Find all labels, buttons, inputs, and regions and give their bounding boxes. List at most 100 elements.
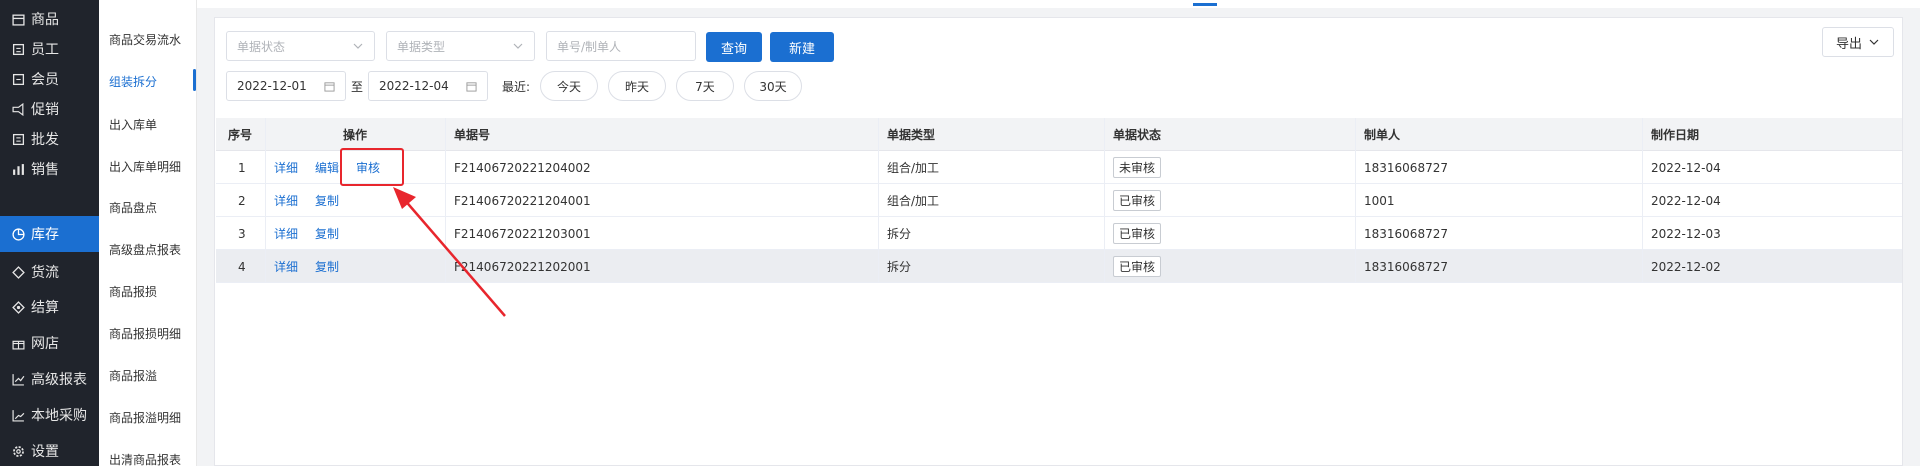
column-divider — [1355, 118, 1356, 283]
nav-item-label: 网店 — [31, 336, 59, 352]
megaphone-icon — [12, 102, 25, 116]
nav-item-local-purchase[interactable]: 本地采购 — [0, 397, 99, 433]
header-creator[interactable]: 制单人 — [1364, 118, 1400, 151]
chevron-down-icon — [513, 43, 523, 49]
copy-link[interactable]: 复制 — [315, 184, 339, 217]
creator-cell: 18316068727 — [1364, 259, 1448, 274]
nav-item-label: 库存 — [31, 227, 59, 243]
creator-cell: 18316068727 — [1364, 226, 1448, 241]
submenu-item-stock-io-detail[interactable]: 出入库单明细 — [109, 158, 194, 175]
nav-item-sales[interactable]: 销售 — [0, 151, 99, 187]
active-tab-underline — [1193, 3, 1217, 6]
nav-item-label: 商品 — [31, 12, 59, 28]
store-icon — [12, 13, 25, 26]
submenu-item-loss[interactable]: 商品报损 — [109, 283, 194, 300]
export-button[interactable]: 导出 — [1822, 27, 1894, 57]
column-divider — [1642, 118, 1643, 283]
header-actions: 操作 — [343, 128, 368, 142]
date-from-value: 2022-12-01 — [237, 79, 307, 93]
pie-chart-icon — [12, 227, 25, 241]
date-to-input[interactable]: 2022-12-04 — [368, 71, 488, 101]
doc-status-select[interactable]: 单据状态 — [226, 31, 375, 61]
row-index: 3 — [238, 226, 246, 241]
flow-icon — [12, 265, 25, 279]
nav-item-label: 会员 — [31, 72, 59, 88]
row-index: 2 — [238, 193, 246, 208]
quick-7days-button[interactable]: 7天 — [676, 71, 734, 101]
doc-type-cell: 组合/加工 — [887, 194, 940, 208]
header-index: 序号 — [228, 128, 253, 142]
table-row[interactable]: 1 详细 编辑 审核 F21406720221204002 组合/加工 未审核 … — [216, 151, 1902, 184]
status-badge: 未审核 — [1113, 157, 1162, 178]
line-chart-icon — [12, 373, 25, 386]
recent-label: 最近: — [502, 80, 531, 94]
submenu-item-stocktake[interactable]: 商品盘点 — [109, 199, 194, 216]
header-date[interactable]: 制作日期 — [1651, 118, 1699, 151]
header-doc-no[interactable]: 单据号 — [454, 118, 490, 151]
nav-item-settlement[interactable]: 结算 — [0, 289, 99, 325]
nav-item-advanced-reports[interactable]: 高级报表 — [0, 361, 99, 397]
column-divider — [1104, 118, 1105, 283]
main-nav: 商品 员工 会员 促销 批发 销售 库存 货流 结算 网店 高级报表 本地采购 … — [0, 0, 99, 466]
gear-icon — [12, 445, 25, 458]
export-label: 导出 — [1835, 36, 1862, 52]
staff-icon — [12, 43, 25, 56]
row-index: 4 — [238, 259, 246, 274]
date-from-input[interactable]: 2022-12-01 — [226, 71, 346, 101]
nav-item-logistics[interactable]: 货流 — [0, 254, 99, 290]
nav-item-label: 销售 — [31, 162, 59, 178]
calendar-icon — [324, 82, 335, 92]
nav-item-webstore[interactable]: 网店 — [0, 325, 99, 361]
query-button[interactable]: 查询 — [706, 32, 762, 62]
copy-link[interactable]: 复制 — [315, 250, 339, 283]
top-tab-strip — [197, 0, 1920, 8]
submenu-item-overflow[interactable]: 商品报溢 — [109, 367, 194, 384]
detail-link[interactable]: 详细 — [274, 151, 298, 184]
quick-30days-button[interactable]: 30天 — [744, 71, 802, 101]
detail-link[interactable]: 详细 — [274, 184, 298, 217]
detail-link[interactable]: 详细 — [274, 250, 298, 283]
calendar-icon — [466, 82, 477, 92]
member-icon — [12, 73, 25, 86]
submenu-item-advanced-stocktake[interactable]: 高级盘点报表 — [109, 241, 194, 258]
doc-no-cell: F21406720221204002 — [454, 160, 591, 175]
date-to-value: 2022-12-04 — [379, 79, 449, 93]
new-button[interactable]: 新建 — [770, 32, 834, 62]
nav-item-inventory[interactable]: 库存 — [0, 216, 99, 252]
doc-number-input[interactable]: 单号/制单人 — [546, 31, 696, 61]
wholesale-icon — [12, 133, 25, 146]
creator-cell: 1001 — [1364, 193, 1395, 208]
header-doc-type[interactable]: 单据类型 — [887, 118, 935, 151]
submenu-item-assembly-split[interactable]: 组装拆分 — [109, 73, 194, 90]
nav-item-label: 促销 — [31, 102, 59, 118]
status-badge: 已审核 — [1113, 190, 1162, 211]
detail-link[interactable]: 详细 — [274, 217, 298, 250]
quick-yesterday-button[interactable]: 昨天 — [608, 71, 666, 101]
status-badge: 已审核 — [1113, 256, 1162, 277]
submenu-item-loss-detail[interactable]: 商品报损明细 — [109, 325, 194, 342]
quick-today-button[interactable]: 今天 — [540, 71, 598, 101]
nav-item-label: 本地采购 — [31, 408, 87, 424]
gift-icon — [12, 337, 25, 350]
nav-item-label: 高级报表 — [31, 372, 87, 388]
submenu-item-stock-io[interactable]: 出入库单 — [109, 116, 194, 133]
submenu-item-clearance-report[interactable]: 出清商品报表 — [109, 451, 194, 466]
date-range-separator: 至 — [351, 80, 364, 94]
chevron-down-icon — [1869, 39, 1879, 45]
date-cell: 2022-12-02 — [1651, 259, 1721, 274]
copy-link[interactable]: 复制 — [315, 217, 339, 250]
active-indicator — [193, 69, 196, 91]
status-badge: 已审核 — [1113, 223, 1162, 244]
submenu-item-transaction-flow[interactable]: 商品交易流水 — [109, 31, 194, 48]
nav-item-label: 批发 — [31, 132, 59, 148]
nav-item-settings[interactable]: 设置 — [0, 433, 99, 466]
doc-type-select[interactable]: 单据类型 — [386, 31, 535, 61]
column-divider — [265, 118, 266, 283]
doc-status-placeholder: 单据状态 — [237, 39, 286, 54]
nav-item-label: 货流 — [31, 265, 59, 281]
header-doc-status[interactable]: 单据状态 — [1113, 118, 1161, 151]
submenu-item-overflow-detail[interactable]: 商品报溢明细 — [109, 409, 194, 426]
sub-menu: 商品交易流水 组装拆分 出入库单 出入库单明细 商品盘点 高级盘点报表 商品报损… — [99, 0, 197, 466]
edit-link[interactable]: 编辑 — [315, 151, 339, 184]
nav-item-label: 员工 — [31, 42, 59, 58]
